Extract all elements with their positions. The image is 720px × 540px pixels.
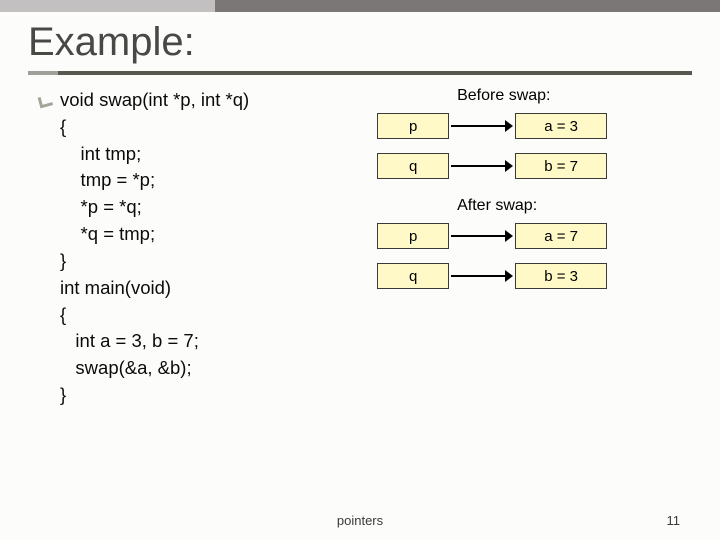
code-block: void swap(int *p, int *q) { int tmp; tmp… bbox=[60, 87, 249, 409]
bullet-row: void swap(int *p, int *q) { int tmp; tmp… bbox=[36, 87, 377, 409]
arrow-icon bbox=[449, 113, 515, 139]
code-line: void swap(int *p, int *q) bbox=[60, 89, 249, 110]
slide-title: Example: bbox=[28, 20, 692, 65]
pointer-label: p bbox=[409, 228, 417, 245]
content-area: void swap(int *p, int *q) { int tmp; tmp… bbox=[0, 75, 720, 409]
value-box-a: a = 3 bbox=[515, 113, 607, 139]
pointer-box-p: p bbox=[377, 223, 449, 249]
value-label: b = 3 bbox=[544, 268, 578, 285]
code-line: } bbox=[60, 250, 66, 271]
after-swap-label: After swap: bbox=[457, 197, 692, 215]
title-underline-accent bbox=[28, 71, 58, 75]
value-box-b: b = 3 bbox=[515, 263, 607, 289]
code-line: { bbox=[60, 116, 66, 137]
code-line: int main(void) bbox=[60, 277, 171, 298]
before-row-p: p a = 3 bbox=[377, 113, 692, 139]
value-box-b: b = 7 bbox=[515, 153, 607, 179]
value-label: b = 7 bbox=[544, 158, 578, 175]
code-line: swap(&a, &b); bbox=[60, 357, 192, 378]
after-block: After swap: p a = 7 q b = 3 bbox=[377, 197, 692, 289]
arrow-icon bbox=[449, 263, 515, 289]
code-line: int a = 3, b = 7; bbox=[60, 330, 199, 351]
code-column: void swap(int *p, int *q) { int tmp; tmp… bbox=[36, 87, 377, 409]
code-line: tmp = *p; bbox=[60, 169, 155, 190]
top-bar bbox=[0, 0, 720, 12]
title-wrap: Example: bbox=[0, 12, 720, 75]
code-line: *p = *q; bbox=[60, 196, 142, 217]
value-label: a = 3 bbox=[544, 118, 578, 135]
code-line: int tmp; bbox=[60, 143, 141, 164]
diagram-column: Before swap: p a = 3 q b = 7 After swap:… bbox=[377, 87, 692, 409]
before-row-q: q b = 7 bbox=[377, 153, 692, 179]
pointer-box-q: q bbox=[377, 153, 449, 179]
before-swap-label: Before swap: bbox=[457, 87, 692, 105]
value-box-a: a = 7 bbox=[515, 223, 607, 249]
pointer-label: p bbox=[409, 118, 417, 135]
slide: Example: void swap(int *p, int *q) { int… bbox=[0, 0, 720, 540]
top-bar-left bbox=[0, 0, 215, 12]
code-line: *q = tmp; bbox=[60, 223, 155, 244]
top-bar-right bbox=[215, 0, 720, 12]
value-label: a = 7 bbox=[544, 228, 578, 245]
code-line: { bbox=[60, 304, 66, 325]
pointer-box-p: p bbox=[377, 113, 449, 139]
pointer-box-q: q bbox=[377, 263, 449, 289]
arrow-icon bbox=[449, 153, 515, 179]
code-line: } bbox=[60, 384, 66, 405]
after-row-p: p a = 7 bbox=[377, 223, 692, 249]
page-number: 11 bbox=[667, 513, 681, 528]
pointer-label: q bbox=[409, 268, 417, 285]
arrow-icon bbox=[449, 223, 515, 249]
after-row-q: q b = 3 bbox=[377, 263, 692, 289]
pointer-label: q bbox=[409, 158, 417, 175]
bullet-tick-icon bbox=[36, 93, 54, 111]
footer-text: pointers bbox=[0, 513, 720, 528]
